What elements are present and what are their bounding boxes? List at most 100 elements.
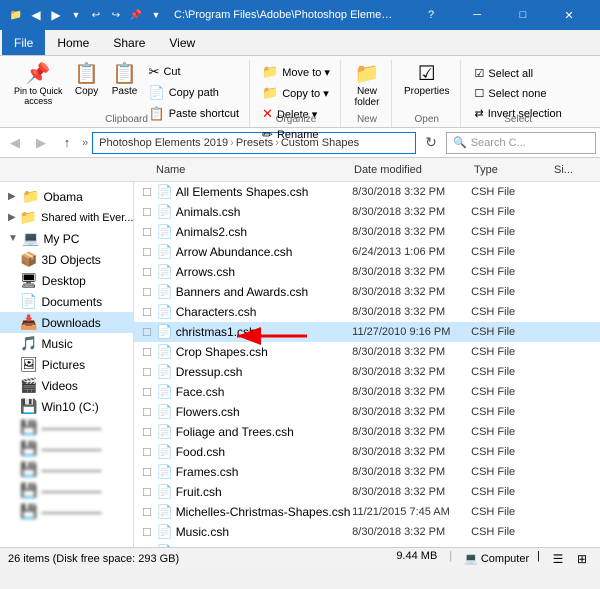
- file-checkbox[interactable]: ☐: [138, 386, 156, 399]
- file-checkbox[interactable]: ☐: [138, 226, 156, 239]
- sidebar-item-downloads[interactable]: 📥 Downloads: [0, 312, 133, 333]
- sidebar-item-drive2[interactable]: 💾 —————: [0, 417, 133, 438]
- pin-label: Pin to Quickaccess: [14, 86, 63, 106]
- tab-view[interactable]: View: [157, 30, 207, 55]
- rename-button[interactable]: ✏ Rename: [258, 125, 334, 145]
- table-row[interactable]: ☐ 📄 Face.csh 8/30/2018 3:32 PM CSH File: [134, 382, 600, 402]
- sidebar-item-drive6[interactable]: 💾 —————: [0, 501, 133, 522]
- file-checkbox[interactable]: ☐: [138, 366, 156, 379]
- pin-icon[interactable]: 📌: [128, 7, 144, 23]
- refresh-button[interactable]: ↻: [420, 132, 442, 154]
- file-checkbox[interactable]: ☐: [138, 526, 156, 539]
- file-type: CSH File: [471, 206, 550, 218]
- table-row[interactable]: ☐ 📄 Arrow Abundance.csh 6/24/2013 1:06 P…: [134, 242, 600, 262]
- copy-to-button[interactable]: 📁 Copy to ▾: [258, 83, 334, 103]
- undo-icon[interactable]: ↩: [88, 7, 104, 23]
- table-row[interactable]: ☐ 📄 Animals.csh 8/30/2018 3:32 PM CSH Fi…: [134, 202, 600, 222]
- tab-share[interactable]: Share: [101, 30, 157, 55]
- redo-icon[interactable]: ↪: [108, 7, 124, 23]
- file-checkbox[interactable]: ☐: [138, 426, 156, 439]
- table-row[interactable]: ☐ 📄 Frames.csh 8/30/2018 3:32 PM CSH Fil…: [134, 462, 600, 482]
- sidebar-item-drive5[interactable]: 💾 —————: [0, 480, 133, 501]
- table-row[interactable]: ☐ 📄 Banners and Awards.csh 8/30/2018 3:3…: [134, 282, 600, 302]
- select-all-button[interactable]: ☑ Select all: [469, 64, 568, 83]
- sidebar-item-documents[interactable]: 📄 Documents: [0, 291, 133, 312]
- file-checkbox[interactable]: ☐: [138, 286, 156, 299]
- file-checkbox[interactable]: ☐: [138, 186, 156, 199]
- table-row[interactable]: ☐ 📄 All Elements Shapes.csh 8/30/2018 3:…: [134, 182, 600, 202]
- col-header-name[interactable]: Name: [152, 164, 332, 176]
- file-icon: 📄: [156, 264, 174, 280]
- paste-button[interactable]: 📋 Paste: [107, 62, 143, 99]
- table-row[interactable]: ☐ 📄 Fruit.csh 8/30/2018 3:32 PM CSH File: [134, 482, 600, 502]
- checkbox-icon: ☐: [142, 206, 152, 219]
- table-row[interactable]: ☐ 📄 Arrows.csh 8/30/2018 3:32 PM CSH Fil…: [134, 262, 600, 282]
- table-row[interactable]: ☐ 📄 Flowers.csh 8/30/2018 3:32 PM CSH Fi…: [134, 402, 600, 422]
- col-header-date[interactable]: Date modified: [350, 164, 470, 176]
- select-none-button[interactable]: ☐ Select none: [469, 84, 568, 103]
- sidebar-item-desktop[interactable]: 🖥 Desktop: [0, 270, 133, 291]
- file-checkbox[interactable]: ☐: [138, 326, 156, 339]
- properties-button[interactable]: ☑ Properties: [400, 62, 454, 99]
- file-checkbox[interactable]: ☐: [138, 346, 156, 359]
- file-date: 8/30/2018 3:32 PM: [352, 426, 471, 438]
- table-row[interactable]: ☐ 📄 Foliage and Trees.csh 8/30/2018 3:32…: [134, 422, 600, 442]
- table-row[interactable]: ☐ 📄 Michelles-Christmas-Shapes.csh 11/21…: [134, 502, 600, 522]
- help-button[interactable]: ?: [408, 0, 454, 30]
- sidebar-item-obama[interactable]: ▶ 📁 Obama: [0, 186, 133, 207]
- minimize-button[interactable]: ─: [454, 0, 500, 30]
- sidebar-item-music[interactable]: 🎵 Music: [0, 333, 133, 354]
- copy-path-button[interactable]: 📄 Copy path: [145, 83, 244, 103]
- col-header-type[interactable]: Type: [470, 164, 550, 176]
- table-row[interactable]: ☐ 📄 Animals2.csh 8/30/2018 3:32 PM CSH F…: [134, 222, 600, 242]
- file-checkbox[interactable]: ☐: [138, 466, 156, 479]
- sidebar-item-3dobjects[interactable]: 📦 3D Objects: [0, 249, 133, 270]
- sidebar-item-shared[interactable]: ▶ 📁 Shared with Ever...: [0, 207, 133, 228]
- checkbox-icon: ☐: [142, 286, 152, 299]
- move-to-button[interactable]: 📁 Move to ▾: [258, 62, 334, 82]
- col-header-size[interactable]: Si...: [550, 164, 600, 176]
- sidebar-item-videos[interactable]: 🎬 Videos: [0, 375, 133, 396]
- sidebar-item-drive3[interactable]: 💾 —————: [0, 438, 133, 459]
- pin-to-quick-button[interactable]: 📌 Pin to Quickaccess: [10, 62, 67, 108]
- maximize-button[interactable]: □: [500, 0, 546, 30]
- sidebar-item-drive4[interactable]: 💾 —————: [0, 459, 133, 480]
- file-checkbox[interactable]: ☐: [138, 446, 156, 459]
- table-row[interactable]: ☐ 📄 Crop Shapes.csh 8/30/2018 3:32 PM CS…: [134, 342, 600, 362]
- tab-home[interactable]: Home: [45, 30, 101, 55]
- table-row[interactable]: ☐ 📄 Characters.csh 8/30/2018 3:32 PM CSH…: [134, 302, 600, 322]
- file-type: CSH File: [471, 466, 550, 478]
- copy-button[interactable]: 📋 Copy: [69, 62, 105, 99]
- file-checkbox[interactable]: ☐: [138, 506, 156, 519]
- file-checkbox[interactable]: ☐: [138, 486, 156, 499]
- table-row[interactable]: ☐ 📄 Music.csh 8/30/2018 3:32 PM CSH File: [134, 522, 600, 542]
- down-icon[interactable]: ▼: [68, 7, 84, 23]
- table-row[interactable]: ☐ 📄 Food.csh 8/30/2018 3:32 PM CSH File: [134, 442, 600, 462]
- close-button[interactable]: ✕: [546, 0, 592, 30]
- sidebar-item-win10[interactable]: 💾 Win10 (C:): [0, 396, 133, 417]
- tab-file[interactable]: File: [2, 30, 45, 55]
- cut-button[interactable]: ✂ Cut: [145, 62, 244, 82]
- file-icon: 📄: [156, 544, 174, 547]
- table-row[interactable]: ☐ 📄 Nature.csh 8/30/2018 3:32 PM CSH Fil…: [134, 542, 600, 547]
- drive6-icon: 💾: [20, 503, 37, 520]
- file-name: Animals.csh: [174, 205, 352, 219]
- forward-icon[interactable]: ▶: [48, 7, 64, 23]
- new-folder-button[interactable]: 📁 Newfolder: [349, 62, 385, 110]
- large-icons-button[interactable]: ⊞: [572, 550, 592, 568]
- sidebar-item-mypc[interactable]: ▼ 💻 My PC: [0, 228, 133, 249]
- file-checkbox[interactable]: ☐: [138, 206, 156, 219]
- file-date: 8/30/2018 3:32 PM: [352, 286, 471, 298]
- file-checkbox[interactable]: ☐: [138, 266, 156, 279]
- file-checkbox[interactable]: ☐: [138, 246, 156, 259]
- dropdown-icon[interactable]: ▼: [148, 7, 164, 23]
- table-row[interactable]: ☐ 📄 Dressup.csh 8/30/2018 3:32 PM CSH Fi…: [134, 362, 600, 382]
- back-icon[interactable]: ◀: [28, 7, 44, 23]
- file-checkbox[interactable]: ☐: [138, 306, 156, 319]
- sidebar-item-pictures[interactable]: 🖼 Pictures: [0, 354, 133, 375]
- file-checkbox[interactable]: ☐: [138, 546, 156, 548]
- table-row[interactable]: ☐ 📄 christmas1.csh 11/27/2010 9:16 PM CS…: [134, 322, 600, 342]
- file-name: Crop Shapes.csh: [174, 345, 352, 359]
- details-view-button[interactable]: ☰: [548, 550, 568, 568]
- file-checkbox[interactable]: ☐: [138, 406, 156, 419]
